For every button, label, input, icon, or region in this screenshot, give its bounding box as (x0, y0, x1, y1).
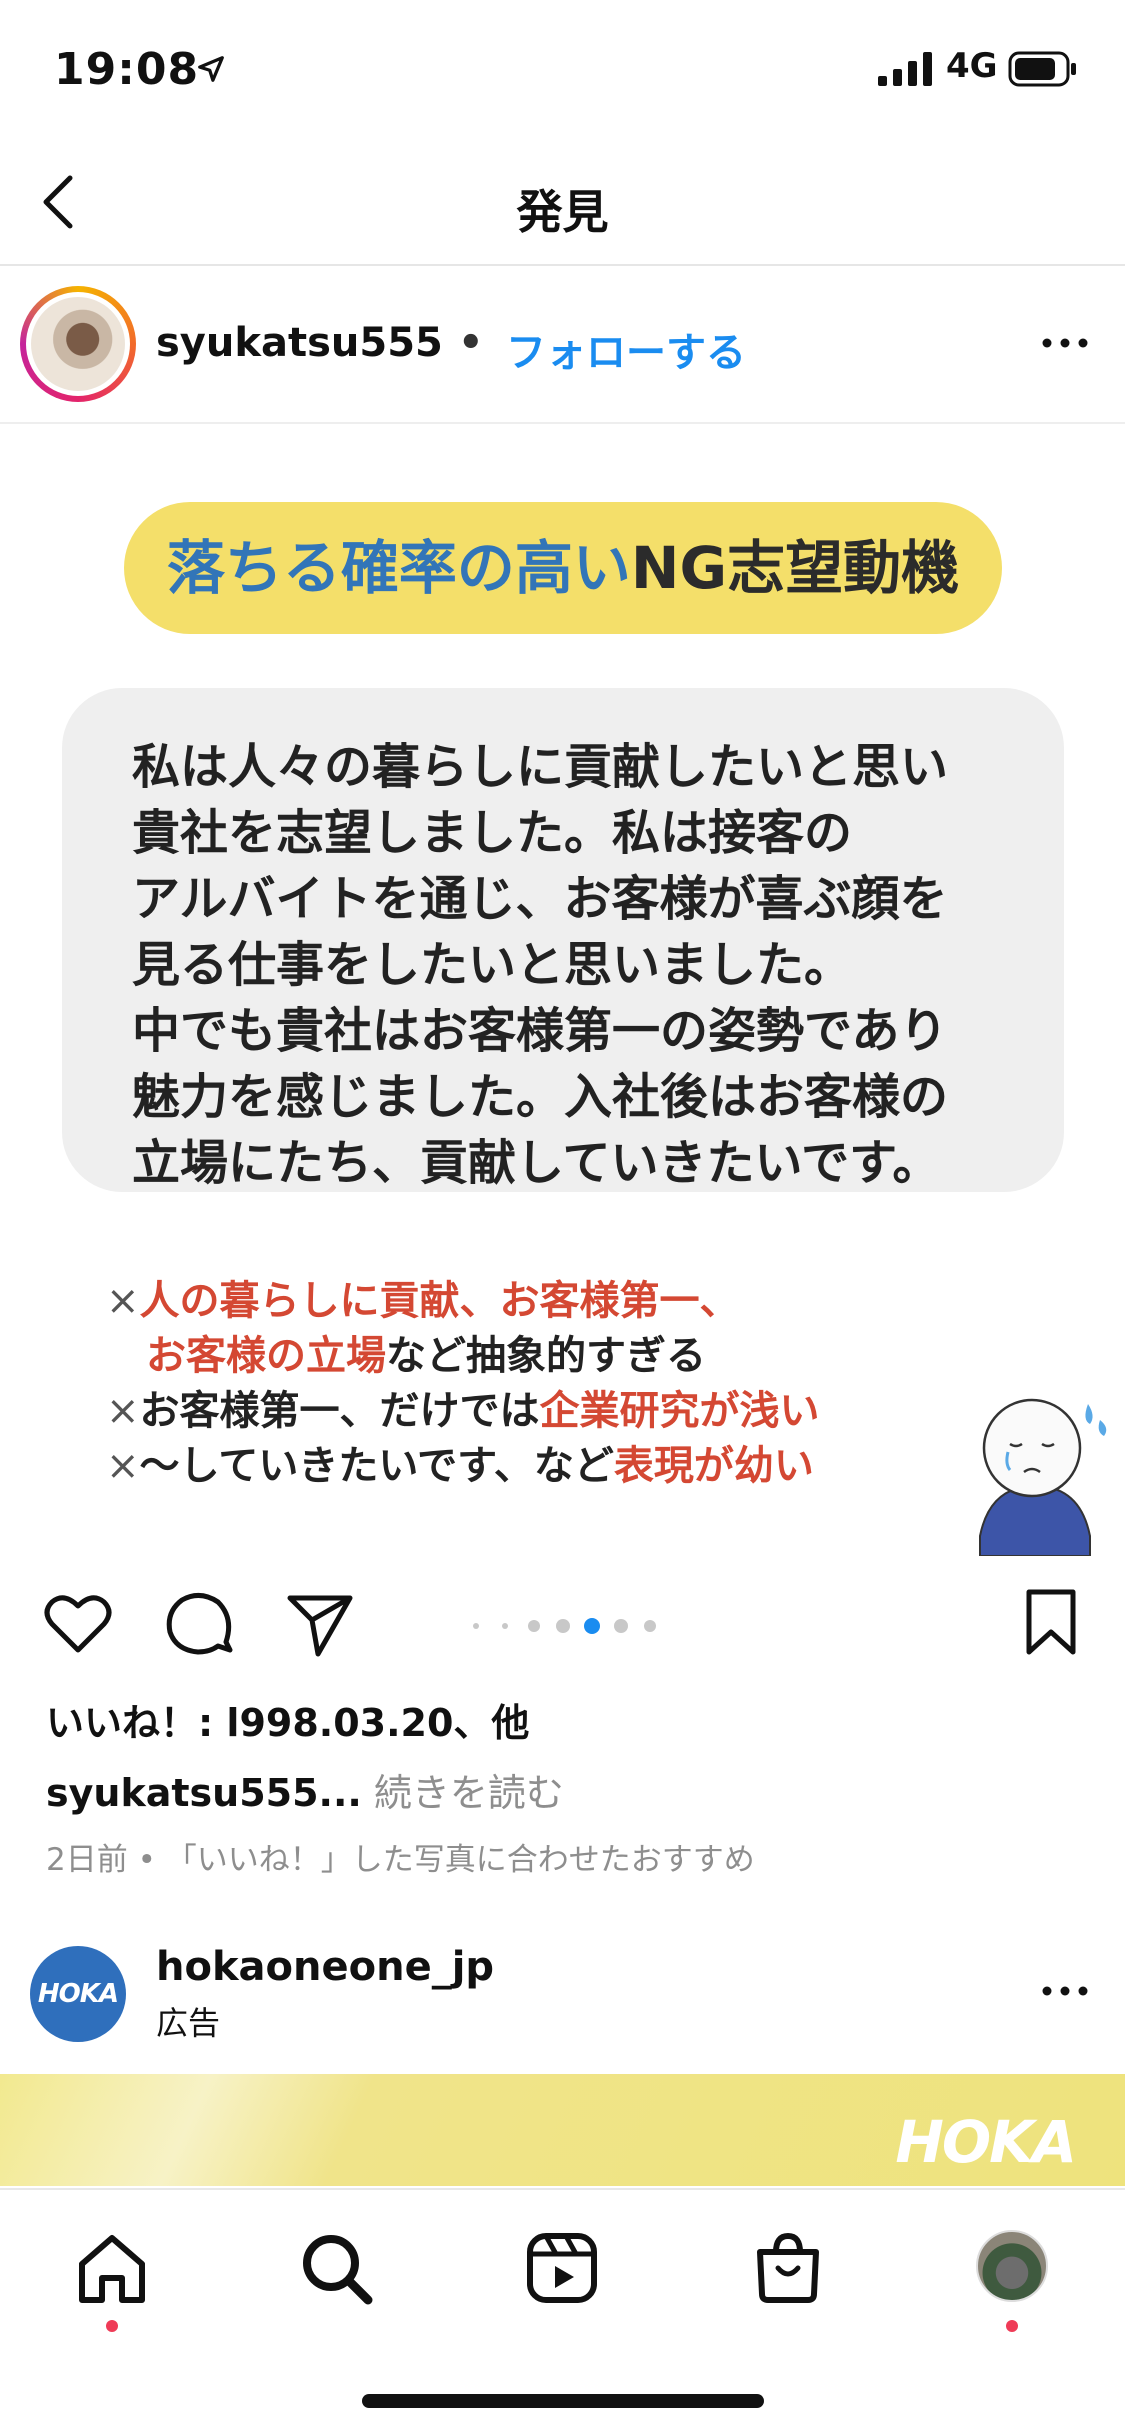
post-actions (0, 1556, 1125, 1686)
home-icon[interactable] (72, 2228, 152, 2308)
avatar[interactable] (20, 286, 136, 402)
page-title: 発見 (516, 185, 609, 239)
post-meta: 2日前 • 「いいね！」した写真に合わせたおすすめ (46, 1842, 755, 1878)
worried-character-illustration (979, 1398, 1107, 1556)
headline-pill: 落ちる確率の高いNG志望動機 (124, 502, 1002, 634)
carousel-dot (644, 1620, 656, 1632)
carousel-dot (584, 1618, 600, 1634)
shop-icon[interactable] (748, 2228, 828, 2308)
caption-username[interactable]: syukatsu555 (46, 1771, 319, 1815)
bookmark-icon[interactable] (1021, 1586, 1081, 1658)
nav-header: 発見 (0, 140, 1125, 266)
carousel-dot (502, 1623, 508, 1629)
hoka-logo: HOKA (895, 2108, 1077, 2176)
ad-post-header: HOKA hokaoneone_jp 広告 (0, 1936, 1125, 2076)
headline-blue: 落ちる確率の高い (166, 534, 631, 602)
speech-bubble: 私は人々の暮らしに貢献したいと思い 貴社を志望しました。私は接客の アルバイトを… (62, 688, 1064, 1192)
carousel-dot (556, 1619, 570, 1633)
follow-button[interactable]: フォローする (506, 320, 746, 378)
ad-banner-image[interactable]: HOKA (0, 2074, 1125, 2186)
carousel-dot (528, 1620, 540, 1632)
likes-text[interactable]: いいね！: l998.03.20、他 (46, 1692, 529, 1747)
carousel-dot (614, 1619, 628, 1633)
bubble-text: 私は人々の暮らしに貢献したいと思い 貴社を志望しました。私は接客の アルバイトを… (132, 739, 949, 1191)
headline-dark: NG志望動機 (630, 534, 960, 602)
reels-icon[interactable] (522, 2228, 602, 2308)
caption-ellipsis: ... (318, 1771, 362, 1815)
paper-plane-icon[interactable] (284, 1588, 356, 1660)
post-image[interactable]: 落ちる確率の高いNG志望動機 私は人々の暮らしに貢献したいと思い 貴社を志望しま… (0, 426, 1125, 1556)
battery-icon (1008, 51, 1076, 87)
home-indicator (362, 2394, 764, 2408)
carousel-indicator (473, 1618, 656, 1634)
note-item: ×お客様第一、だけでは企業研究が浅い (106, 1388, 820, 1434)
sponsored-label: 広告 (156, 2004, 221, 2042)
ellipsis-icon[interactable] (1039, 328, 1091, 358)
separator-dot: • (458, 320, 484, 366)
signal-icon (878, 52, 932, 86)
note-item: ×〜していきたいです、など表現が幼い (106, 1443, 814, 1489)
ad-avatar[interactable]: HOKA (30, 1946, 126, 2042)
ellipsis-icon[interactable] (1039, 1976, 1091, 2006)
status-time: 19:08 (54, 44, 200, 95)
note-item: ×人の暮らしに貢献、お客様第一、 (106, 1278, 740, 1324)
ad-username[interactable]: hokaoneone_jp (156, 1944, 494, 1990)
carousel-dot (473, 1623, 479, 1629)
read-more-link[interactable]: 続きを読む (374, 1771, 564, 1815)
notification-dot (1006, 2320, 1018, 2332)
heart-icon[interactable] (42, 1588, 114, 1660)
status-bar: 19:08 4G (0, 0, 1125, 140)
post-username[interactable]: syukatsu555 (156, 320, 443, 366)
profile-avatar[interactable] (976, 2230, 1048, 2302)
notes-list: ×人の暮らしに貢献、お客様第一、 お客様の立場など抽象的すぎる ×お客様第一、だ… (106, 1274, 1006, 1494)
note-item-continued: お客様の立場など抽象的すぎる (146, 1333, 706, 1379)
network-type: 4G (946, 46, 998, 86)
location-arrow-icon (198, 56, 224, 82)
post-header: syukatsu555 • フォローする (0, 268, 1125, 424)
caption: syukatsu555... 続きを読む (46, 1762, 564, 1817)
comment-icon[interactable] (164, 1588, 236, 1660)
notification-dot (106, 2320, 118, 2332)
search-icon[interactable] (296, 2228, 376, 2308)
